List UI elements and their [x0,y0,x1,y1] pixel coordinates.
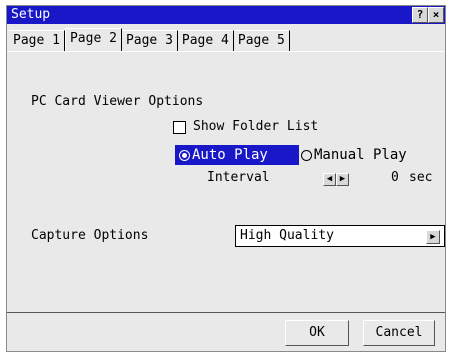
auto-play-label: Auto Play [192,147,268,163]
tab-strip: Page 1 Page 2 Page 3 Page 4 Page 5 [9,28,290,51]
title-bar: Setup ? × [7,6,445,24]
arrow-left-icon[interactable]: ◀ [323,173,336,186]
dropdown-arrow-icon[interactable]: ▶ [426,230,440,244]
radio-selected-icon [179,149,190,161]
setup-dialog: Setup ? × Page 1 Page 2 Page 3 Page 4 Pa… [6,5,446,352]
help-icon[interactable]: ? [412,7,428,23]
tab-page-4[interactable]: Page 4 [177,30,234,51]
tab-page-5[interactable]: Page 5 [233,30,290,51]
capture-options-value: High Quality [240,228,334,243]
title-buttons: ? × [412,7,444,23]
show-folder-list-label: Show Folder List [193,119,319,134]
tab-page-1[interactable]: Page 1 [9,30,65,51]
close-icon[interactable]: × [428,7,444,23]
cancel-button[interactable]: Cancel [363,320,435,346]
button-area-divider [7,312,445,313]
tab-page-2[interactable]: Page 2 [64,28,122,51]
auto-play-radio[interactable]: Auto Play [175,145,299,165]
play-mode-radio-group: Auto Play Manual Play [175,144,417,166]
manual-play-radio[interactable]: Manual Play [299,147,407,163]
capture-options-select[interactable]: High Quality ▶ [235,225,445,247]
manual-play-label: Manual Play [314,147,407,163]
ok-button[interactable]: OK [285,320,349,346]
capture-options-label: Capture Options [31,228,149,243]
interval-value: 0 [391,170,399,185]
interval-unit: sec [409,170,433,185]
tab-panel-border [7,51,445,52]
show-folder-list-checkbox[interactable] [173,121,186,134]
window-title: Setup [11,7,51,22]
interval-label: Interval [207,170,270,185]
radio-unselected-icon [301,149,312,161]
pc-card-section-label: PC Card Viewer Options [31,94,204,109]
tab-page-3[interactable]: Page 3 [121,30,178,51]
arrow-right-icon[interactable]: ▶ [336,173,349,186]
